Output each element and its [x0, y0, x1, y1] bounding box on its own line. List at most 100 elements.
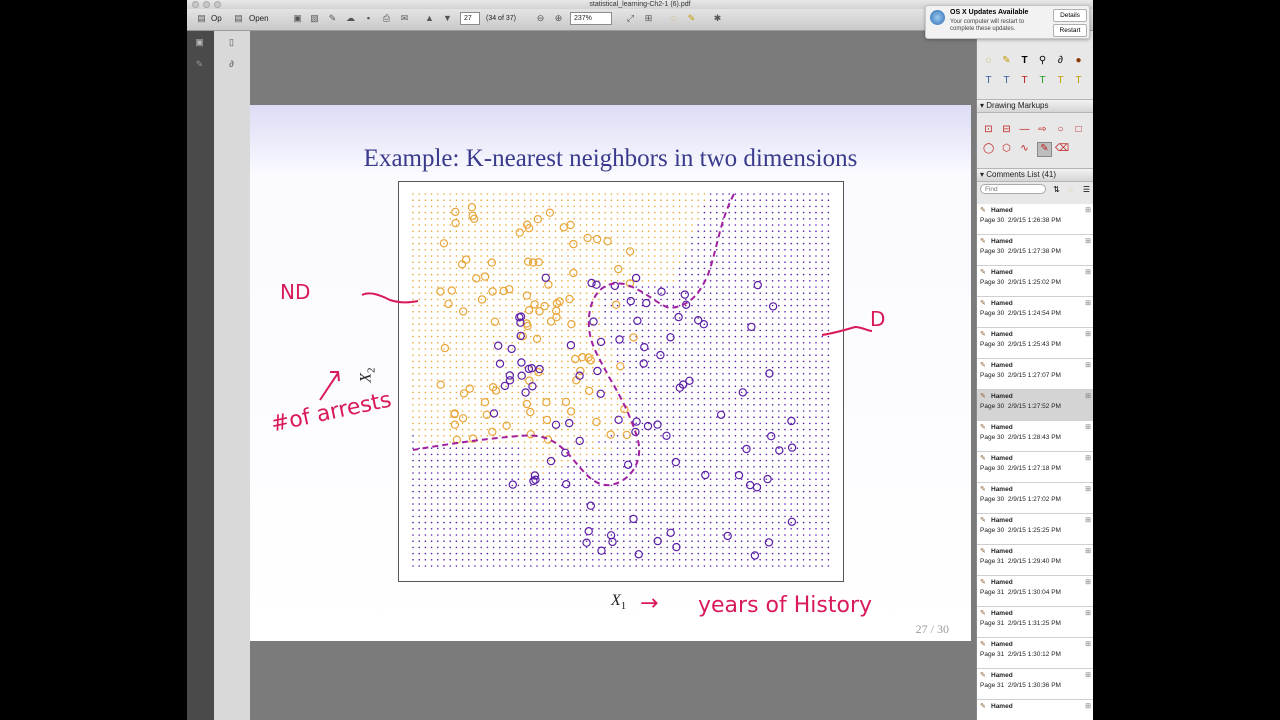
comment-search-input[interactable]	[980, 184, 1046, 194]
highlight-icon[interactable]: ✎	[686, 13, 697, 24]
page-number-input[interactable]: 27	[460, 12, 480, 25]
pencil-icon[interactable]: ✎	[1037, 142, 1052, 157]
document-area[interactable]: Example: K-nearest neighbors in two dime…	[250, 31, 976, 720]
comment-list-item[interactable]: ✎ Hamed Page 30 2/9/15 1:27:18 PM ⊞	[977, 452, 1093, 483]
zoom-level-field[interactable]: 237%	[570, 12, 612, 25]
oval-icon[interactable]: ○	[1055, 124, 1066, 135]
expand-icon[interactable]: ⊞	[1085, 702, 1091, 710]
zoom-in-icon[interactable]: ⊕	[553, 13, 564, 24]
strikethrough-icon[interactable]: T	[1019, 75, 1030, 86]
previous-page-icon[interactable]: ▲	[424, 13, 435, 24]
email-icon[interactable]: ✉	[399, 13, 410, 24]
comment-list-item[interactable]: ✎ Hamed ⊞	[977, 700, 1093, 720]
comment-meta: Page 30 2/9/15 1:26:38 PM	[980, 217, 1061, 224]
rectangle-icon[interactable]: □	[1073, 124, 1084, 135]
expand-icon[interactable]: ⊞	[1085, 361, 1091, 369]
zoom-window-button[interactable]	[214, 1, 221, 8]
expand-icon[interactable]: ⊞	[1085, 423, 1091, 431]
comment-list-item[interactable]: ✎ Hamed Page 30 2/9/15 1:27:38 PM ⊞	[977, 235, 1093, 266]
comment-list-item[interactable]: ✎ Hamed Page 31 2/9/15 1:30:12 PM ⊞	[977, 638, 1093, 669]
comment-icon[interactable]: ◌	[668, 13, 679, 24]
attachment-icon[interactable]: ✎	[194, 59, 205, 70]
drawing-markups-header[interactable]: ▾ Drawing Markups	[977, 99, 1093, 113]
comment-list-item[interactable]: ✎ Hamed Page 31 2/9/15 1:30:36 PM ⊞	[977, 669, 1093, 700]
zoom-out-icon[interactable]: ⊖	[535, 13, 546, 24]
attach-file-icon[interactable]: ∂	[1055, 55, 1066, 66]
comment-list-item[interactable]: ✎ Hamed Page 30 2/9/15 1:24:54 PM ⊞	[977, 297, 1093, 328]
cloud-upload-icon[interactable]: ☁	[345, 13, 356, 24]
expand-icon[interactable]: ⊞	[1085, 485, 1091, 493]
fit-page-icon[interactable]: ⤢	[625, 13, 636, 24]
arrow-icon[interactable]: ⇨	[1037, 124, 1048, 135]
comment-list-item[interactable]: ✎ Hamed Page 31 2/9/15 1:30:04 PM ⊞	[977, 576, 1093, 607]
edit-icon[interactable]: ✎	[327, 13, 338, 24]
tools-icon[interactable]: ✱	[712, 13, 723, 24]
folder-icon[interactable]: ▤	[196, 13, 207, 24]
comment-list-item[interactable]: ✎ Hamed Page 31 2/9/15 1:29:40 PM ⊞	[977, 545, 1093, 576]
expand-icon[interactable]: ⊞	[1085, 392, 1091, 400]
comment-list-item[interactable]: ✎ Hamed Page 30 2/9/15 1:26:38 PM ⊞	[977, 204, 1093, 235]
folder-open-icon[interactable]: ▤	[233, 13, 244, 24]
expand-icon[interactable]: ⊞	[1085, 237, 1091, 245]
expand-icon[interactable]: ⊞	[1085, 268, 1091, 276]
paperclip-icon[interactable]: ∂	[226, 59, 237, 70]
add-text-icon[interactable]: T	[1019, 55, 1030, 66]
expand-icon[interactable]: ⊞	[1085, 330, 1091, 338]
comment-author: Hamed	[991, 455, 1013, 462]
close-window-button[interactable]	[192, 1, 199, 8]
comment-list-item[interactable]: ✎ Hamed Page 30 2/9/15 1:28:43 PM ⊞	[977, 421, 1093, 452]
comment-list-item[interactable]: ✎ Hamed Page 30 2/9/15 1:27:07 PM ⊞	[977, 359, 1093, 390]
sort-icon[interactable]: ⇅	[1051, 184, 1062, 195]
options-icon[interactable]: ☰	[1081, 184, 1092, 195]
line-icon[interactable]: —	[1019, 124, 1030, 135]
fit-width-icon[interactable]: ⊞	[643, 13, 654, 24]
details-button[interactable]: Details	[1053, 9, 1087, 22]
comment-meta: Page 30 2/9/15 1:27:38 PM	[980, 248, 1061, 255]
open-button[interactable]: Open	[249, 12, 269, 26]
comment-list-item[interactable]: ✎ Hamed Page 30 2/9/15 1:25:25 PM ⊞	[977, 514, 1093, 545]
expand-icon[interactable]: ⊞	[1085, 640, 1091, 648]
comment-list-item[interactable]: ✎ Hamed Page 30 2/9/15 1:25:02 PM ⊞	[977, 266, 1093, 297]
callout-icon[interactable]: ⊟	[1001, 124, 1012, 135]
restart-button[interactable]: Restart	[1053, 24, 1087, 37]
comment-list-item[interactable]: ✎ Hamed Page 31 2/9/15 1:31:25 PM ⊞	[977, 607, 1093, 638]
comment-list-item[interactable]: ✎ Hamed Page 30 2/9/15 1:25:43 PM ⊞	[977, 328, 1093, 359]
comment-list-item[interactable]: ✎ Hamed Page 30 2/9/15 1:27:02 PM ⊞	[977, 483, 1093, 514]
pages-icon[interactable]: ▣	[194, 37, 205, 48]
create-icon[interactable]: ▣	[292, 13, 303, 24]
text-replace-icon[interactable]: T	[983, 75, 994, 86]
comment-author: Hamed	[991, 672, 1013, 679]
open-label-partial[interactable]: Op	[211, 12, 222, 26]
user-icon[interactable]: ●	[1073, 55, 1084, 66]
cloud-icon[interactable]: ◯	[983, 143, 994, 154]
filter-icon[interactable]: ◌	[1065, 184, 1076, 195]
highlight-text-icon[interactable]: T	[1055, 75, 1066, 86]
expand-icon[interactable]: ⊞	[1085, 299, 1091, 307]
expand-icon[interactable]: ⊞	[1085, 547, 1091, 555]
minimize-window-button[interactable]	[203, 1, 210, 8]
comment-list-item[interactable]: ✎ Hamed Page 30 2/9/15 1:27:52 PM ⊞	[977, 390, 1093, 421]
comment-meta: Page 31 2/9/15 1:30:04 PM	[980, 589, 1061, 596]
export-icon[interactable]: ▧	[309, 13, 320, 24]
expand-icon[interactable]: ⊞	[1085, 516, 1091, 524]
expand-icon[interactable]: ⊞	[1085, 609, 1091, 617]
connected-lines-icon[interactable]: ∿	[1019, 143, 1030, 154]
save-icon[interactable]: ▪	[363, 13, 374, 24]
note-text-icon[interactable]: T	[1073, 75, 1084, 86]
underline-icon[interactable]: T	[1037, 75, 1048, 86]
expand-icon[interactable]: ⊞	[1085, 671, 1091, 679]
print-icon[interactable]: ⎙	[381, 13, 392, 24]
expand-icon[interactable]: ⊞	[1085, 454, 1091, 462]
textbox-icon[interactable]: ⊡	[983, 124, 994, 135]
expand-icon[interactable]: ⊞	[1085, 206, 1091, 214]
eraser-icon[interactable]: ⌫	[1055, 143, 1069, 154]
text-comment-icon[interactable]: ✎	[1001, 55, 1012, 66]
next-page-icon[interactable]: ▼	[442, 13, 453, 24]
stamp-icon[interactable]: ⚲	[1037, 55, 1048, 66]
comments-list-header[interactable]: ▾ Comments List (41)	[977, 168, 1093, 182]
page-thumbnail-icon[interactable]: ▯	[226, 37, 237, 48]
sticky-note-icon[interactable]: ◌	[983, 55, 994, 66]
insert-text-icon[interactable]: T	[1001, 75, 1012, 86]
polygon-icon[interactable]: ⬡	[1001, 143, 1012, 154]
expand-icon[interactable]: ⊞	[1085, 578, 1091, 586]
